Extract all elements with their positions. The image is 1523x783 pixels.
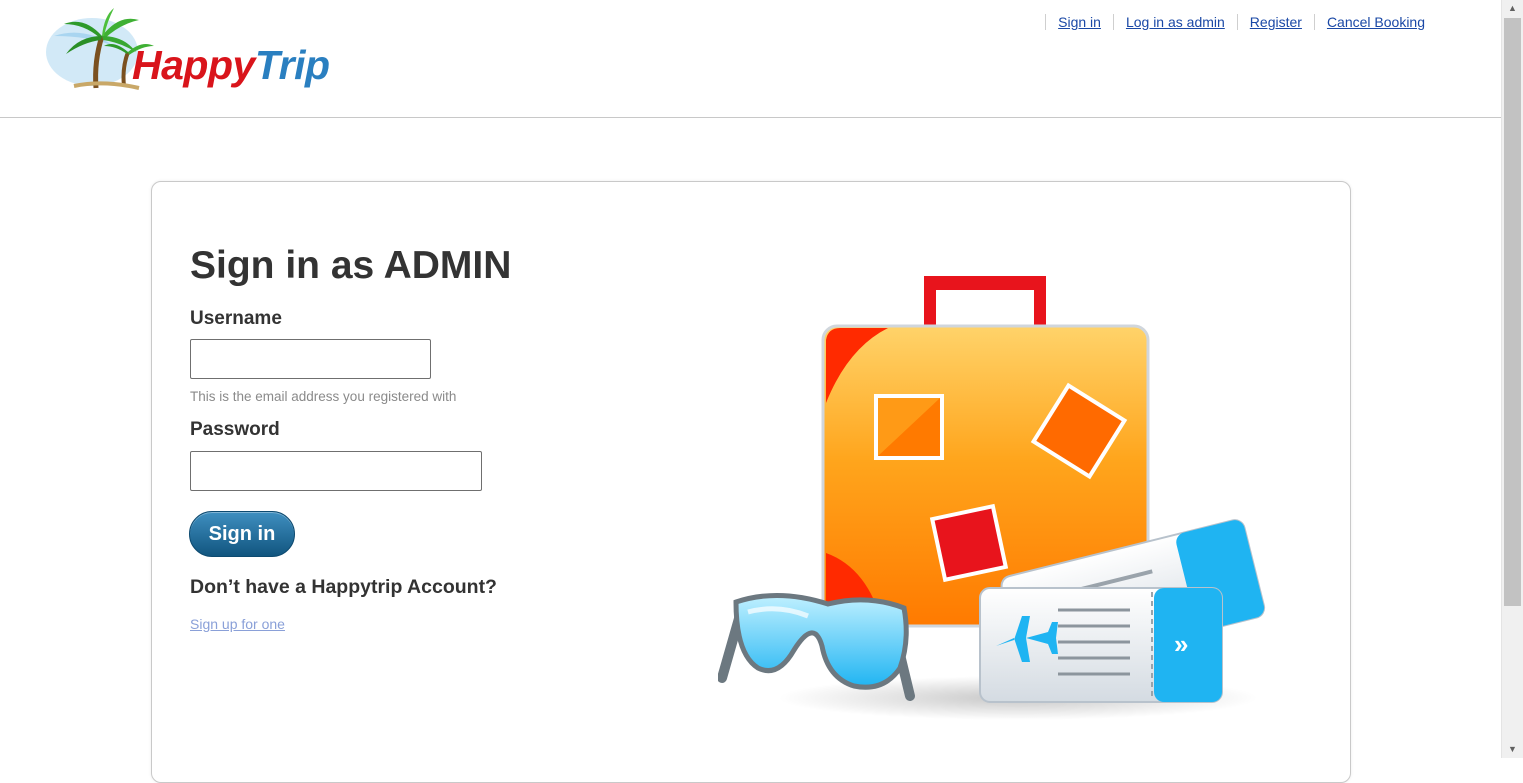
- brand-part-trip: Trip: [254, 42, 330, 88]
- scroll-thumb[interactable]: [1504, 18, 1521, 606]
- sunglasses-icon: [718, 593, 915, 701]
- username-hint: This is the email address you registered…: [190, 389, 457, 404]
- username-label: Username: [190, 308, 282, 329]
- nav-cancel-booking-link[interactable]: Cancel Booking: [1313, 14, 1437, 30]
- svg-text:»: »: [1174, 629, 1188, 659]
- signup-link[interactable]: Sign up for one: [190, 616, 285, 632]
- page-title: Sign in as ADMIN: [190, 244, 512, 287]
- username-input[interactable]: [190, 339, 431, 379]
- vertical-scrollbar[interactable]: ▲ ▼: [1501, 0, 1523, 758]
- password-label: Password: [190, 419, 280, 440]
- nav-admin-login-link[interactable]: Log in as admin: [1112, 14, 1237, 30]
- sign-in-button[interactable]: Sign in: [189, 511, 295, 557]
- scroll-down-arrow-icon[interactable]: ▼: [1502, 741, 1523, 758]
- site-header: HappyTrip Sign in Log in as admin Regist…: [0, 0, 1502, 118]
- nav-sign-in-link[interactable]: Sign in: [1045, 14, 1113, 30]
- no-account-heading: Don’t have a Happytrip Account?: [190, 576, 497, 598]
- travel-illustration: »: [718, 276, 1266, 720]
- ticket-front-icon: »: [979, 587, 1223, 703]
- password-input[interactable]: [190, 451, 482, 491]
- nav-register-link[interactable]: Register: [1236, 14, 1314, 30]
- happytrip-logo[interactable]: HappyTrip: [44, 6, 374, 98]
- brand-wordmark: HappyTrip: [132, 42, 330, 89]
- brand-part-happy: Happy: [132, 42, 255, 88]
- top-navigation: Sign in Log in as admin Register Cancel …: [1045, 14, 1437, 30]
- scroll-up-arrow-icon[interactable]: ▲: [1502, 0, 1523, 17]
